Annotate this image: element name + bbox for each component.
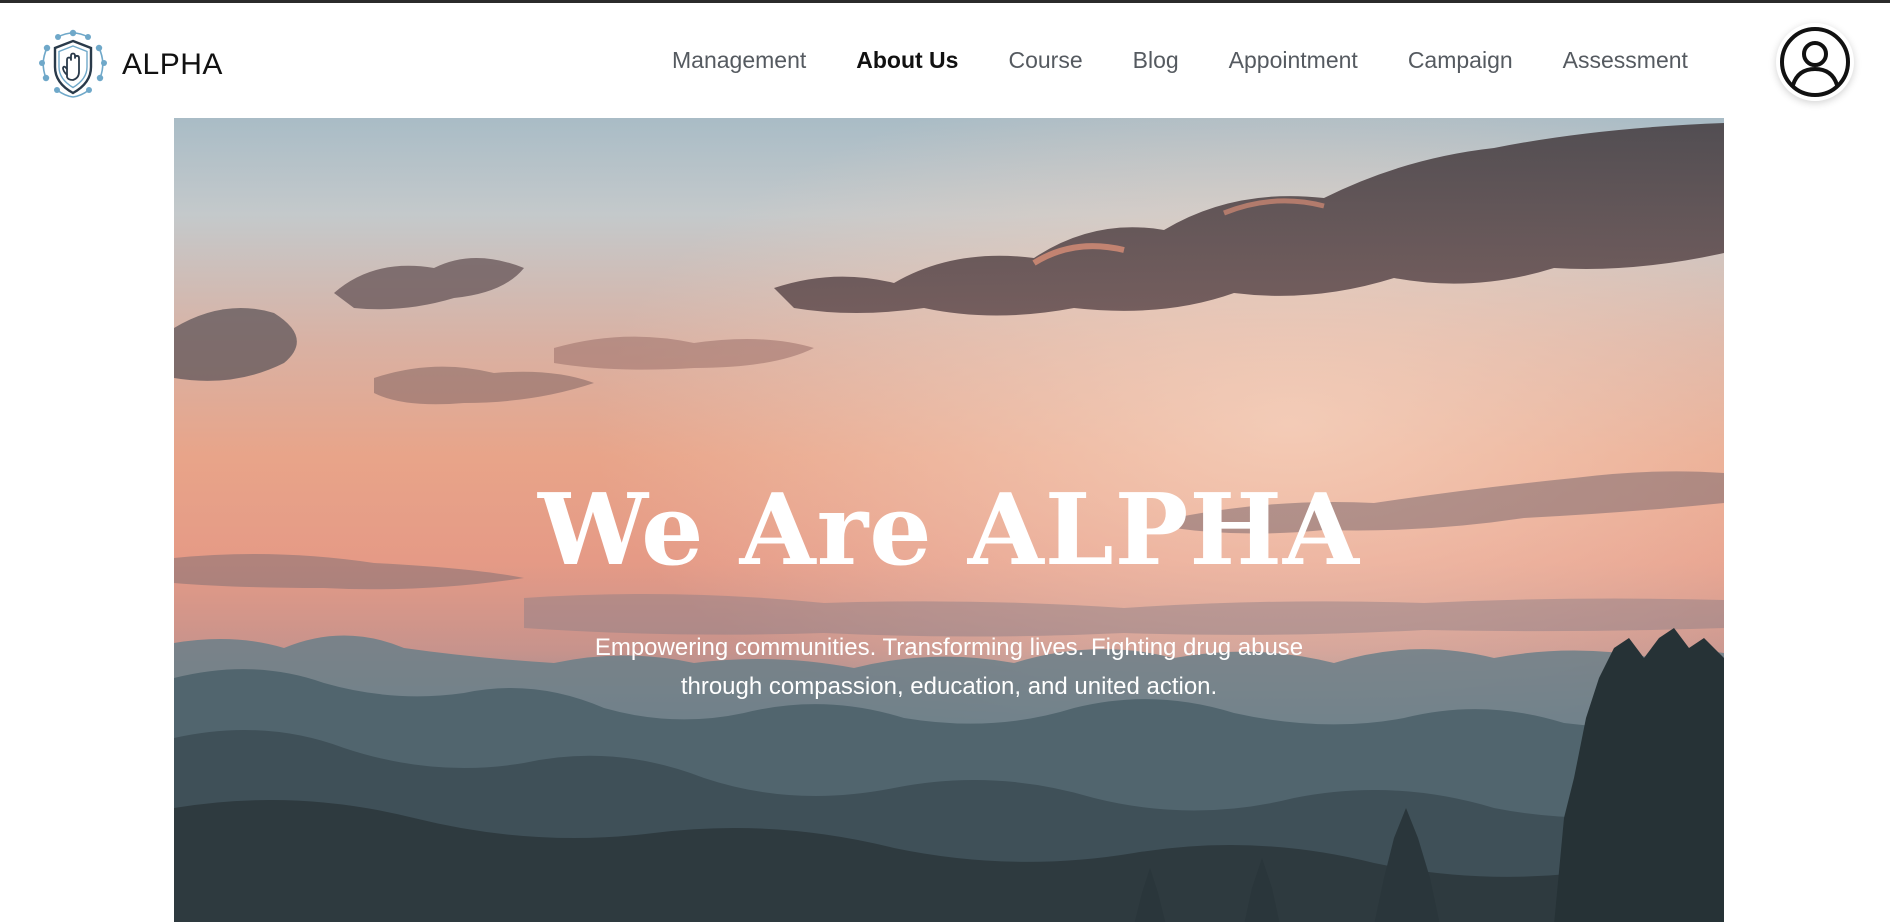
nav-item-campaign[interactable]: Campaign (1408, 47, 1513, 74)
nav-item-blog[interactable]: Blog (1133, 47, 1179, 74)
site-header: ALPHA Management About Us Course Blog Ap… (0, 3, 1890, 117)
brand-name: ALPHA (122, 48, 223, 81)
brand[interactable]: ALPHA (36, 27, 223, 103)
nav-item-course[interactable]: Course (1008, 47, 1082, 74)
shield-hand-icon (39, 29, 107, 98)
hero-subtitle: Empowering communities. Transforming liv… (594, 634, 1304, 700)
profile-button[interactable] (1776, 23, 1854, 101)
nav-item-appointment[interactable]: Appointment (1229, 47, 1358, 74)
page: ALPHA Management About Us Course Blog Ap… (0, 0, 1890, 922)
nav-item-assessment[interactable]: Assessment (1563, 47, 1688, 74)
user-profile-icon (1780, 27, 1850, 97)
nav-item-management[interactable]: Management (672, 47, 806, 74)
hero-banner: We Are ALPHA Empowering communities. Tra… (174, 118, 1724, 922)
nav-item-about-us[interactable]: About Us (856, 47, 958, 74)
main-nav: Management About Us Course Blog Appointm… (672, 47, 1688, 74)
hero-title: We Are ALPHA (538, 473, 1360, 588)
